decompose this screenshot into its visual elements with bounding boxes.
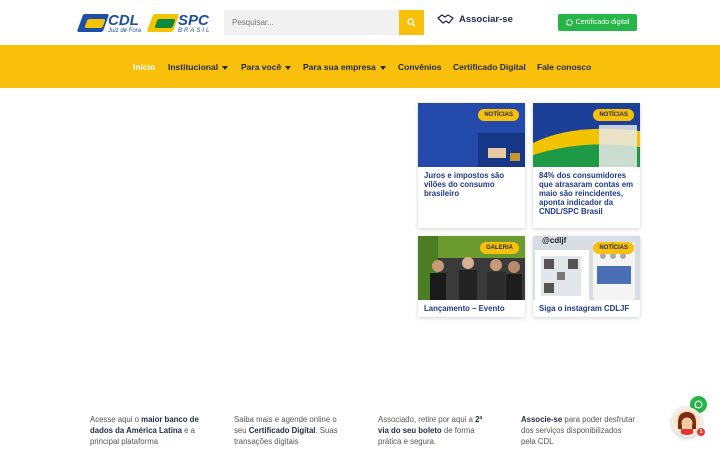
news-card-title[interactable]: Siga o instagram CDLJF bbox=[533, 300, 640, 318]
category-badge: NOTÍCIAS bbox=[593, 242, 634, 254]
nav-label: Início bbox=[133, 62, 156, 72]
associar-link[interactable]: Associar-se bbox=[437, 14, 513, 25]
nav-item-fale-conosco[interactable]: Fale conosco bbox=[537, 62, 591, 72]
chevron-down-icon bbox=[222, 65, 229, 70]
spc-logo[interactable]: SPC BRASIL bbox=[146, 11, 212, 34]
nav-item-para-sua-empresa[interactable]: Para sua empresa bbox=[303, 62, 386, 72]
service-column-associe: Associe-se para poder desfrutar dos serv… bbox=[521, 414, 636, 447]
cdl-logo-name: CDL bbox=[108, 11, 139, 29]
news-card[interactable]: @cdljf NOTÍCIAS Siga o instagram CDLJF bbox=[533, 236, 640, 317]
associar-label: Associar-se bbox=[459, 14, 513, 25]
news-card[interactable]: NOTÍCIAS 84% dos consumidores que atrasa… bbox=[533, 103, 640, 228]
whatsapp-icon bbox=[565, 19, 573, 26]
category-badge: GALERIA bbox=[480, 242, 519, 254]
news-card[interactable]: NOTÍCIAS Juros e impostos são vilões do … bbox=[418, 103, 525, 228]
certificado-digital-button[interactable]: Certificado digital bbox=[558, 14, 637, 31]
service-column-certificado: Saiba mais e agende online o seu Certifi… bbox=[234, 414, 349, 447]
news-card-title[interactable]: Lançamento – Evento bbox=[418, 300, 525, 318]
spc-logo-sub: BRASIL bbox=[178, 27, 212, 34]
nav-label: Fale conosco bbox=[537, 62, 592, 72]
service-column-spc: Acesse aqui o maior banco de dados da Am… bbox=[90, 414, 205, 447]
main-nav: Início Institucional Para você Para sua … bbox=[0, 45, 720, 88]
search-button[interactable] bbox=[399, 10, 424, 35]
spc-logo-name: SPC bbox=[178, 11, 209, 29]
nav-item-institucional[interactable]: Institucional bbox=[168, 62, 229, 72]
news-card-title[interactable]: 84% dos consumidores que atrasaram conta… bbox=[533, 167, 640, 221]
search-icon bbox=[407, 18, 416, 27]
news-card-image[interactable]: GALERIA bbox=[418, 236, 525, 300]
spc-logo-mark bbox=[146, 14, 180, 32]
service-column-boleto: Associado, retire por aqui a 2ª via do s… bbox=[378, 414, 493, 447]
news-card-image[interactable]: NOTÍCIAS bbox=[533, 103, 640, 167]
cdl-logo[interactable]: CDL Juiz de Fora bbox=[76, 11, 142, 34]
site-header: CDL Juiz de Fora SPC BRASIL Associar-se … bbox=[0, 0, 720, 45]
nav-label: Institucional bbox=[168, 62, 219, 72]
nav-label: Certificado Digital bbox=[453, 62, 526, 72]
news-card-image[interactable]: @cdljf NOTÍCIAS bbox=[533, 236, 640, 300]
instagram-handle: @cdljf bbox=[542, 236, 567, 245]
nav-label: Para você bbox=[241, 62, 282, 72]
column-highlight: Associe-se bbox=[521, 415, 563, 424]
search-input[interactable] bbox=[224, 10, 399, 35]
column-text: Acesse aqui o bbox=[90, 415, 142, 424]
nav-label: Convênios bbox=[398, 62, 442, 72]
chevron-down-icon bbox=[379, 65, 386, 70]
search-form bbox=[224, 10, 424, 35]
category-badge: NOTÍCIAS bbox=[593, 109, 634, 121]
nav-item-convenios[interactable]: Convênios bbox=[398, 62, 441, 72]
whatsapp-icon bbox=[694, 400, 703, 409]
news-card-title[interactable]: Juros e impostos são vilões do consumo b… bbox=[418, 167, 525, 203]
category-badge: NOTÍCIAS bbox=[478, 109, 519, 121]
column-highlight: Certificado Digital bbox=[248, 426, 316, 436]
nav-item-certificado-digital[interactable]: Certificado Digital bbox=[453, 62, 526, 72]
chevron-down-icon bbox=[285, 65, 292, 70]
nav-item-para-voce[interactable]: Para você bbox=[241, 62, 292, 72]
nav-label: Para sua empresa bbox=[303, 62, 376, 72]
certificado-digital-label: Certificado digital bbox=[575, 19, 630, 26]
column-text: Associado, retire por aqui a bbox=[378, 415, 476, 424]
news-card-image[interactable]: NOTÍCIAS bbox=[418, 103, 525, 167]
chat-notification-badge: 1 bbox=[697, 428, 705, 436]
cdl-logo-sub: Juiz de Fora bbox=[108, 27, 142, 34]
nav-item-inicio[interactable]: Início bbox=[133, 62, 155, 72]
cdl-logo-mark bbox=[76, 14, 110, 32]
handshake-icon bbox=[437, 14, 454, 24]
news-card[interactable]: GALERIA Lançamento – Evento bbox=[418, 236, 525, 317]
